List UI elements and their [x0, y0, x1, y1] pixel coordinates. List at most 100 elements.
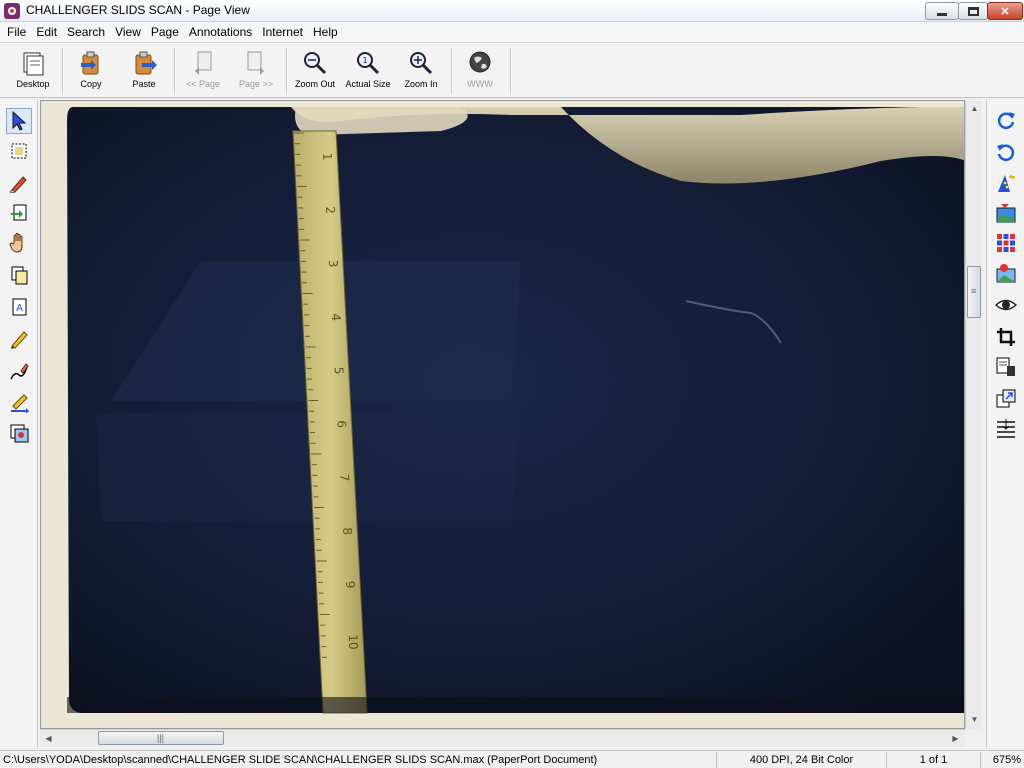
- menu-help[interactable]: Help: [308, 22, 343, 42]
- toolbar-separator: [451, 48, 452, 94]
- ruler-numeral: 1: [320, 153, 334, 161]
- toolbar-separator: [174, 48, 175, 94]
- menu-page[interactable]: Page: [146, 22, 184, 42]
- stamp-image-icon: [10, 424, 29, 443]
- chevron-up-icon: ▲: [970, 104, 979, 113]
- photo-enhance-button[interactable]: [993, 200, 1019, 226]
- freehand-line-icon: [10, 363, 29, 380]
- pen-icon: [11, 331, 28, 349]
- pen-button[interactable]: [6, 326, 32, 352]
- previous-page-icon: [195, 51, 212, 75]
- menu-file[interactable]: File: [2, 22, 31, 42]
- eye-button[interactable]: [993, 292, 1019, 318]
- copy-label: Copy: [80, 79, 102, 89]
- close-button[interactable]: ✕: [987, 2, 1023, 20]
- actual-size-label: Actual Size: [345, 79, 391, 89]
- select-tool-button[interactable]: [6, 108, 32, 134]
- zoom-out-button[interactable]: Zoom Out: [290, 49, 340, 95]
- color-grid-button[interactable]: [993, 230, 1019, 256]
- next-page-label: Page >>: [238, 79, 274, 89]
- eraser-icon: [9, 176, 27, 193]
- page-export-icon: [996, 357, 1015, 376]
- select-arrow-icon: [12, 111, 27, 131]
- desktop-button[interactable]: Desktop: [8, 49, 58, 95]
- maximize-icon: [967, 6, 979, 16]
- eraser-button[interactable]: [6, 170, 32, 196]
- scroll-right-button[interactable]: ▶: [947, 730, 964, 747]
- previous-page-button[interactable]: << Page: [178, 49, 228, 95]
- vertical-scrollbar[interactable]: ▲ ≡ ▼: [965, 100, 982, 729]
- horizontal-scroll-thumb[interactable]: |||: [98, 731, 224, 745]
- zoom-in-button[interactable]: Zoom In: [396, 49, 446, 95]
- insert-page-icon: [11, 204, 27, 221]
- previous-page-label: << Page: [185, 79, 221, 89]
- rectangle-select-icon: [11, 143, 27, 159]
- zoom-out-magnifier-icon: [304, 52, 327, 75]
- scroll-down-button[interactable]: ▼: [966, 711, 983, 728]
- photo-enhance-icon: [996, 204, 1016, 223]
- actual-size-button[interactable]: 1 Actual Size: [343, 49, 393, 95]
- status-page-count: 1 of 1: [887, 752, 981, 768]
- svg-text:1: 1: [362, 56, 367, 65]
- wizard-enhance-button[interactable]: [993, 170, 1019, 196]
- copy-icon: [81, 51, 99, 75]
- scroll-up-button[interactable]: ▲: [966, 100, 983, 117]
- freehand-line-button[interactable]: [6, 358, 32, 384]
- chevron-right-icon: ▶: [952, 734, 959, 743]
- horizontal-scrollbar[interactable]: ◀ ||| ▶: [40, 729, 965, 746]
- next-page-button[interactable]: Page >>: [231, 49, 281, 95]
- menu-search[interactable]: Search: [62, 22, 110, 42]
- ruler-numeral: 3: [326, 260, 340, 268]
- ruler-numeral: 10: [346, 634, 361, 650]
- annotation-note-icon: A: [12, 298, 27, 316]
- vertical-scroll-thumb[interactable]: ≡: [967, 266, 981, 318]
- paperport-app-icon[interactable]: [4, 3, 20, 19]
- eye-icon: [995, 299, 1017, 311]
- menu-internet[interactable]: Internet: [257, 22, 308, 42]
- toolbar: Desktop Copy Paste << Page Page >> Zoom …: [0, 42, 1024, 98]
- status-resolution: 400 DPI, 24 Bit Color: [717, 752, 887, 768]
- scroll-left-button[interactable]: ◀: [40, 730, 57, 747]
- zoom-in-label: Zoom In: [404, 79, 438, 89]
- copy-page-icon: [11, 266, 28, 285]
- rotate-clockwise-button[interactable]: [993, 106, 1019, 132]
- pan-hand-button[interactable]: [6, 230, 32, 256]
- status-file-path: C:\Users\YODA\Desktop\scanned\CHALLENGER…: [0, 752, 717, 768]
- menu-view[interactable]: View: [110, 22, 146, 42]
- minimize-icon: [937, 12, 947, 16]
- toolbar-separator: [62, 48, 63, 94]
- window-title: CHALLENGER SLIDS SCAN - Page View: [26, 3, 250, 17]
- annotation-tool-strip: A: [0, 100, 38, 748]
- menu-edit[interactable]: Edit: [31, 22, 62, 42]
- menu-bar: File Edit Search View Page Annotations I…: [0, 22, 1024, 42]
- ruler-numeral: 5: [332, 367, 346, 375]
- close-icon: ✕: [1000, 5, 1010, 18]
- document-view[interactable]: 1 2 3 4 5 6 7 8 9 10: [40, 100, 965, 729]
- rotate-counterclockwise-button[interactable]: [993, 138, 1019, 164]
- ruler-numeral: 7: [337, 474, 351, 482]
- minimize-button[interactable]: [925, 2, 959, 20]
- desktop-label: Desktop: [16, 79, 50, 89]
- copy-button[interactable]: Copy: [66, 49, 116, 95]
- ruler-numeral: 6: [334, 420, 348, 428]
- www-button[interactable]: WWW: [455, 49, 505, 95]
- globe-icon: [469, 51, 491, 73]
- page-export-button[interactable]: [993, 354, 1019, 380]
- arrow-line-button[interactable]: [6, 390, 32, 416]
- paste-icon: [135, 51, 157, 75]
- image-resize-button[interactable]: [993, 386, 1019, 412]
- copy-page-button[interactable]: [6, 262, 32, 288]
- menu-annotations[interactable]: Annotations: [184, 22, 257, 42]
- insert-page-button[interactable]: [6, 200, 32, 226]
- paste-button[interactable]: Paste: [119, 49, 169, 95]
- deskew-lines-button[interactable]: [993, 416, 1019, 442]
- crop-button[interactable]: [993, 324, 1019, 350]
- rectangle-select-button[interactable]: [6, 138, 32, 164]
- maximize-button[interactable]: [958, 2, 988, 20]
- svg-text:A: A: [16, 303, 23, 314]
- stamp-image-button[interactable]: [6, 420, 32, 446]
- annotation-note-button[interactable]: A: [6, 294, 32, 320]
- red-eye-button[interactable]: [993, 260, 1019, 286]
- image-tool-strip: [986, 100, 1024, 748]
- zoom-in-magnifier-icon: [410, 52, 433, 75]
